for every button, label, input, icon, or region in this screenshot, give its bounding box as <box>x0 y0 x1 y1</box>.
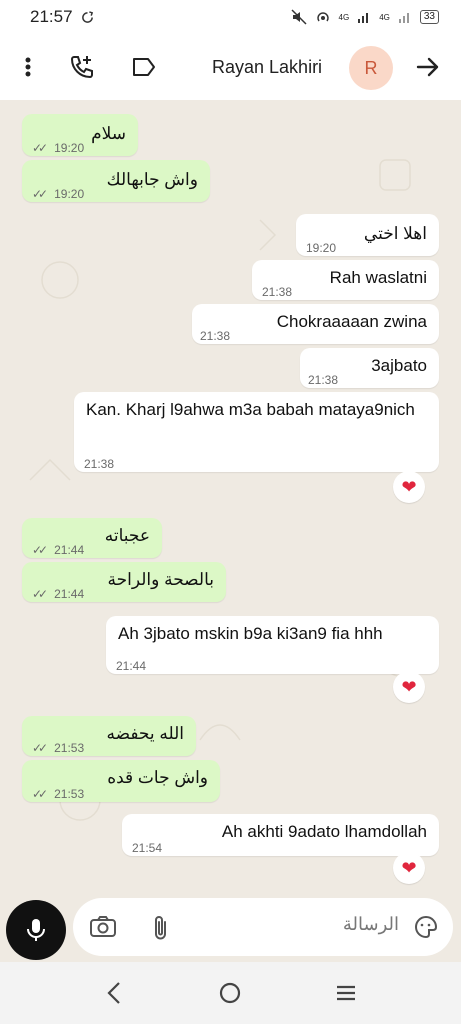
message-time: 21:53 <box>54 741 85 755</box>
message-text: Rah waslatni <box>329 268 427 287</box>
message-text: اهلا اختي <box>363 224 427 243</box>
message-bubble-outgoing[interactable]: واش جابهالك ✓✓ 19:20 <box>22 160 210 202</box>
message-bubble-incoming[interactable]: اهلا اختي 19:20 <box>296 214 439 256</box>
message-time: 21:44 <box>54 543 85 557</box>
message-bubble-incoming[interactable]: Ah akhti 9adato lhamdollah 21:54 <box>122 814 439 856</box>
nav-recents-icon[interactable] <box>334 980 358 1006</box>
paperclip-icon[interactable] <box>151 914 171 942</box>
message-bubble-incoming[interactable]: Ah 3jbato mskin b9a ki3an9 fia hhh 21:44 <box>106 616 439 674</box>
message-time: 21:38 <box>200 329 231 343</box>
message-time: 21:54 <box>132 841 163 855</box>
double-check-icon: ✓✓ <box>32 543 48 557</box>
double-check-icon: ✓✓ <box>32 741 48 755</box>
signal-icon-1 <box>358 13 369 23</box>
nav-back-icon[interactable] <box>104 980 124 1006</box>
contact-name[interactable]: Rayan Lakhiri <box>212 34 322 100</box>
message-time: 21:44 <box>116 659 147 673</box>
message-text: Chokraaaaan zwina <box>276 312 427 331</box>
message-time: 21:44 <box>54 587 85 601</box>
sticker-icon[interactable] <box>413 914 439 940</box>
message-text: واش جابهالك <box>106 170 198 189</box>
network-label-1: 4G <box>338 12 350 22</box>
message-text: Ah 3jbato mskin b9a ki3an9 fia hhh <box>118 624 383 643</box>
status-time: 21:57 <box>30 7 73 26</box>
double-check-icon: ✓✓ <box>32 141 48 155</box>
message-text: Kan. Kharj l9ahwa m3a babah mataya9nich <box>86 400 415 419</box>
add-call-icon[interactable] <box>62 47 102 87</box>
double-check-icon: ✓✓ <box>32 187 48 201</box>
chat-area[interactable]: سلام ✓✓ 19:20 واش جابهالك ✓✓ 19:20 اهلا اخ… <box>0 100 461 896</box>
message-bubble-outgoing[interactable]: واش جات قده ✓✓ 21:53 <box>22 760 220 802</box>
message-bubble-outgoing[interactable]: سلام ✓✓ 19:20 <box>22 114 138 156</box>
system-nav-bar <box>0 962 461 1024</box>
double-check-icon: ✓✓ <box>32 787 48 801</box>
more-vert-icon[interactable] <box>8 47 48 87</box>
message-time: 21:38 <box>308 373 339 387</box>
message-text: 3ajbato <box>371 356 427 375</box>
message-text: الله يحفضه <box>106 724 184 743</box>
message-time: 19:20 <box>54 141 85 155</box>
composer-bar: الرسالة <box>0 896 461 962</box>
mic-button[interactable] <box>6 900 66 960</box>
arrow-icon[interactable] <box>408 47 448 87</box>
hotspot-icon <box>316 12 329 22</box>
message-bubble-incoming[interactable]: 3ajbato 21:38 <box>300 348 439 388</box>
signal-icon-2 <box>398 13 409 23</box>
message-text: واش جات قده <box>107 768 208 787</box>
camera-icon[interactable] <box>89 914 117 938</box>
message-time: 21:38 <box>84 457 115 471</box>
message-bubble-incoming[interactable]: Kan. Kharj l9ahwa m3a babah mataya9nich … <box>74 392 439 472</box>
sync-icon <box>81 10 93 23</box>
heart-reaction-icon[interactable]: ❤ <box>393 852 425 884</box>
status-bar: 21:57 4G 4G 33 <box>0 0 461 34</box>
message-bubble-outgoing[interactable]: بالصحة والراحة ✓✓ 21:44 <box>22 562 226 602</box>
battery-indicator: 33 <box>419 10 439 24</box>
mute-icon <box>291 9 307 25</box>
message-time: 21:38 <box>262 285 293 299</box>
message-text: Ah akhti 9adato lhamdollah <box>221 822 427 841</box>
message-input[interactable]: الرسالة <box>73 898 453 956</box>
message-placeholder: الرسالة <box>342 914 399 934</box>
message-time: 19:20 <box>306 241 337 255</box>
nav-home-icon[interactable] <box>218 980 242 1006</box>
message-text: سلام <box>91 124 126 143</box>
mic-icon <box>27 919 45 941</box>
label-icon[interactable] <box>124 47 164 87</box>
message-text: بالصحة والراحة <box>107 570 214 589</box>
heart-reaction-icon[interactable]: ❤ <box>393 471 425 503</box>
double-check-icon: ✓✓ <box>32 587 48 601</box>
avatar-letter: R <box>364 57 378 78</box>
message-bubble-incoming[interactable]: Chokraaaaan zwina 21:38 <box>192 304 439 344</box>
message-bubble-outgoing[interactable]: عجباته ✓✓ 21:44 <box>22 518 162 558</box>
heart-reaction-icon[interactable]: ❤ <box>393 671 425 703</box>
avatar[interactable]: R <box>349 46 393 90</box>
message-bubble-outgoing[interactable]: الله يحفضه ✓✓ 21:53 <box>22 716 196 756</box>
message-time: 21:53 <box>54 787 85 801</box>
network-label-2: 4G <box>379 12 390 22</box>
message-bubble-incoming[interactable]: Rah waslatni 21:38 <box>252 260 439 300</box>
message-text: عجباته <box>104 526 150 545</box>
chat-header: Rayan Lakhiri R <box>0 34 461 100</box>
message-time: 19:20 <box>54 187 85 201</box>
